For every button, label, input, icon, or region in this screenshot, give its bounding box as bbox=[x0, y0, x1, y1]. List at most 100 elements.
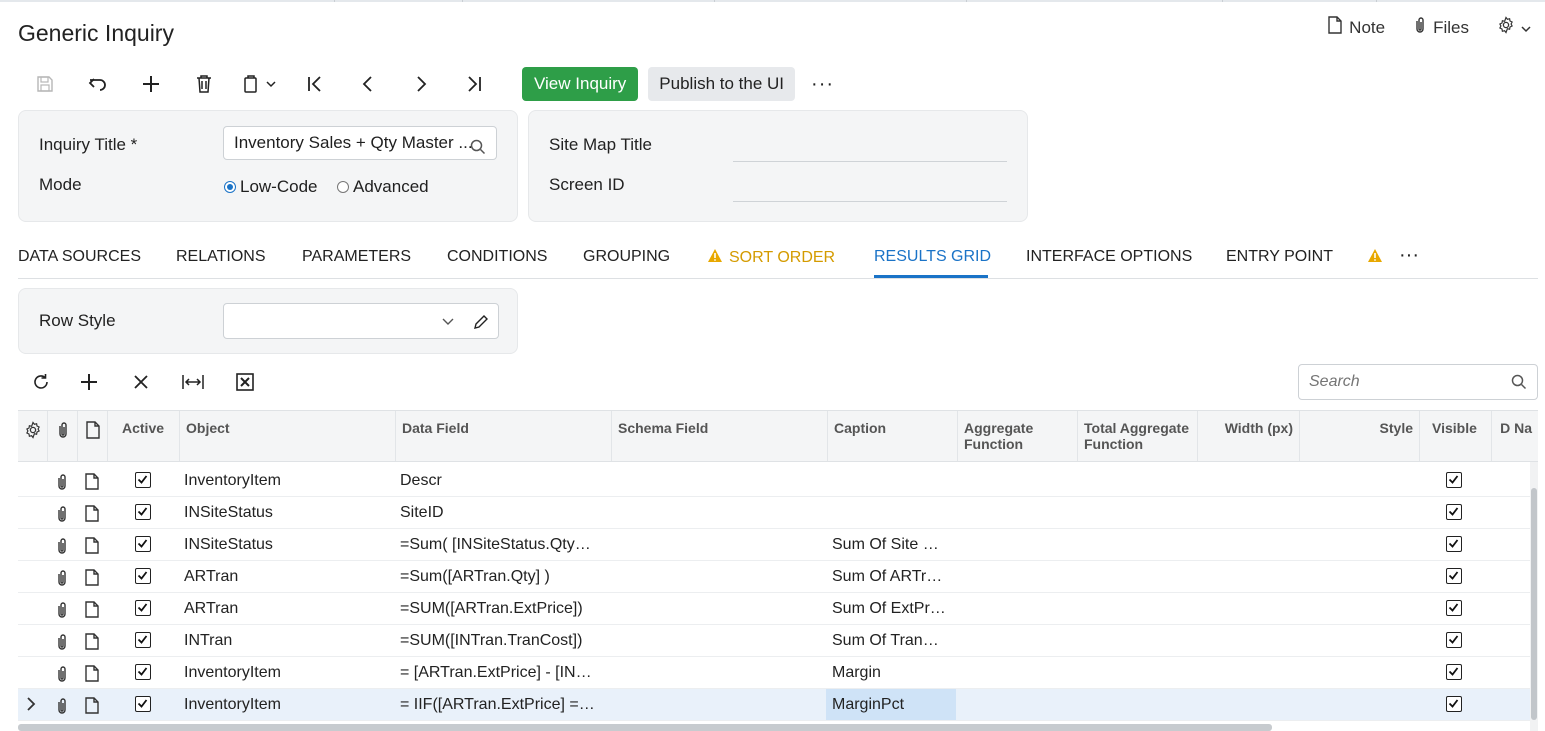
paperclip-icon[interactable] bbox=[55, 665, 69, 688]
tabs-more-button[interactable]: ··· bbox=[1399, 244, 1419, 267]
object-cell[interactable]: ARTran bbox=[178, 593, 392, 624]
object-cell[interactable]: INSiteStatus bbox=[178, 497, 392, 528]
undo-button[interactable] bbox=[71, 66, 124, 102]
object-cell[interactable]: InventoryItem bbox=[178, 689, 392, 720]
paperclip-icon[interactable] bbox=[55, 601, 69, 624]
publish-to-ui-button[interactable]: Publish to the UI bbox=[648, 67, 796, 101]
active-checkbox[interactable] bbox=[135, 472, 151, 488]
visible-checkbox[interactable] bbox=[1446, 536, 1462, 552]
schema-field-cell[interactable] bbox=[610, 465, 824, 496]
header-active[interactable]: Active bbox=[108, 411, 180, 461]
header-display-name[interactable]: D Na bbox=[1492, 411, 1538, 461]
edit-pencil-icon[interactable] bbox=[473, 314, 489, 330]
paperclip-icon[interactable] bbox=[55, 569, 69, 592]
caption-cell[interactable] bbox=[826, 465, 956, 496]
next-record-button[interactable] bbox=[394, 66, 447, 102]
caption-cell[interactable]: MarginPct bbox=[826, 689, 956, 720]
add-row-button[interactable] bbox=[63, 364, 115, 400]
vertical-scrollbar[interactable] bbox=[1530, 462, 1538, 731]
schema-field-cell[interactable] bbox=[610, 561, 824, 592]
data-field-cell[interactable]: = [ARTran.ExtPrice] - [IN… bbox=[394, 657, 608, 688]
data-field-cell[interactable]: =SUM([ARTran.ExtPrice]) bbox=[394, 593, 608, 624]
active-checkbox[interactable] bbox=[135, 600, 151, 616]
visible-checkbox[interactable] bbox=[1446, 600, 1462, 616]
screen-id-field[interactable] bbox=[733, 201, 1007, 202]
chevron-right-icon[interactable] bbox=[26, 697, 36, 716]
mode-radio-low-code[interactable]: Low-Code bbox=[224, 177, 318, 197]
tab-data-sources[interactable]: DATA SOURCES bbox=[18, 248, 141, 266]
schema-field-cell[interactable] bbox=[610, 625, 824, 656]
note-icon[interactable] bbox=[84, 601, 100, 623]
site-map-title-field[interactable] bbox=[733, 161, 1007, 162]
object-cell[interactable]: InventoryItem bbox=[178, 465, 392, 496]
caption-cell[interactable]: Sum Of Tran… bbox=[826, 625, 956, 656]
paperclip-icon[interactable] bbox=[55, 697, 69, 720]
caption-cell[interactable] bbox=[826, 497, 956, 528]
schema-field-cell[interactable] bbox=[610, 497, 824, 528]
view-inquiry-button[interactable]: View Inquiry bbox=[522, 67, 639, 101]
visible-checkbox[interactable] bbox=[1446, 696, 1462, 712]
files-button[interactable]: Files bbox=[1413, 16, 1469, 39]
table-row[interactable]: INSiteStatus SiteID bbox=[18, 497, 1530, 529]
table-row[interactable]: InventoryItem = IIF([ARTran.ExtPrice] =… M… bbox=[18, 689, 1530, 721]
schema-field-cell[interactable] bbox=[610, 689, 824, 720]
note-icon[interactable] bbox=[84, 633, 100, 655]
row-style-select[interactable] bbox=[223, 303, 499, 339]
tab-results-grid[interactable]: RESULTS GRID bbox=[874, 248, 991, 266]
refresh-button[interactable] bbox=[18, 364, 63, 400]
schema-field-cell[interactable] bbox=[610, 593, 824, 624]
schema-field-cell[interactable] bbox=[610, 529, 824, 560]
object-cell[interactable]: INTran bbox=[178, 625, 392, 656]
paperclip-icon[interactable] bbox=[55, 633, 69, 656]
data-field-cell[interactable]: Descr bbox=[394, 465, 608, 496]
mode-radio-advanced[interactable]: Advanced bbox=[337, 177, 429, 197]
object-cell[interactable]: INSiteStatus bbox=[178, 529, 392, 560]
object-cell[interactable]: InventoryItem bbox=[178, 657, 392, 688]
active-checkbox[interactable] bbox=[135, 632, 151, 648]
tab-entry-point[interactable]: ENTRY POINT bbox=[1226, 248, 1333, 266]
note-icon[interactable] bbox=[84, 697, 100, 719]
paperclip-icon[interactable] bbox=[55, 537, 69, 560]
caption-cell[interactable]: Margin bbox=[826, 657, 956, 688]
active-checkbox[interactable] bbox=[135, 664, 151, 680]
data-field-cell[interactable]: =Sum([ARTran.Qty] ) bbox=[394, 561, 608, 592]
note-icon[interactable] bbox=[84, 569, 100, 591]
active-checkbox[interactable] bbox=[135, 696, 151, 712]
caption-cell[interactable]: Sum Of ExtPr… bbox=[826, 593, 956, 624]
tab-parameters[interactable]: PARAMETERS bbox=[302, 248, 411, 266]
delete-row-button[interactable] bbox=[115, 364, 167, 400]
note-icon[interactable] bbox=[84, 537, 100, 559]
visible-checkbox[interactable] bbox=[1446, 568, 1462, 584]
tab-sort-order[interactable]: SORT ORDER bbox=[707, 248, 835, 267]
data-field-cell[interactable]: = IIF([ARTran.ExtPrice] =… bbox=[394, 689, 608, 720]
scrollbar-thumb[interactable] bbox=[1531, 488, 1537, 720]
grid-search-box[interactable] bbox=[1298, 364, 1538, 400]
inquiry-title-field[interactable]: Inventory Sales + Qty Master ... bbox=[223, 126, 497, 160]
schema-field-cell[interactable] bbox=[610, 657, 824, 688]
header-width[interactable]: Width (px) bbox=[1198, 411, 1300, 461]
table-row[interactable]: ARTran =SUM([ARTran.ExtPrice]) Sum Of ExtP… bbox=[18, 593, 1530, 625]
first-record-button[interactable] bbox=[288, 66, 341, 102]
data-field-cell[interactable]: SiteID bbox=[394, 497, 608, 528]
note-button[interactable]: Note bbox=[1327, 16, 1385, 39]
data-field-cell[interactable]: =SUM([INTran.TranCost]) bbox=[394, 625, 608, 656]
search-input[interactable] bbox=[1307, 372, 1501, 392]
table-row[interactable]: INSiteStatus =Sum( [INSiteStatus.Qty… Sum … bbox=[18, 529, 1530, 561]
header-object[interactable]: Object bbox=[180, 411, 396, 461]
visible-checkbox[interactable] bbox=[1446, 504, 1462, 520]
data-field-cell[interactable]: =Sum( [INSiteStatus.Qty… bbox=[394, 529, 608, 560]
tab-overflow-warning[interactable] bbox=[1367, 248, 1383, 268]
header-data-field[interactable]: Data Field bbox=[396, 411, 612, 461]
previous-record-button[interactable] bbox=[341, 66, 394, 102]
column-settings-header[interactable] bbox=[18, 411, 48, 461]
tab-interface-options[interactable]: INTERFACE OPTIONS bbox=[1026, 248, 1192, 266]
settings-menu-button[interactable] bbox=[1497, 16, 1531, 39]
horizontal-scrollbar[interactable] bbox=[18, 724, 1272, 731]
table-row[interactable]: InventoryItem Descr bbox=[18, 465, 1530, 497]
visible-checkbox[interactable] bbox=[1446, 632, 1462, 648]
note-icon[interactable] bbox=[84, 665, 100, 687]
note-icon[interactable] bbox=[84, 505, 100, 527]
table-row[interactable]: INTran =SUM([INTran.TranCost]) Sum Of Tran… bbox=[18, 625, 1530, 657]
header-visible[interactable]: Visible bbox=[1420, 411, 1492, 461]
active-checkbox[interactable] bbox=[135, 504, 151, 520]
